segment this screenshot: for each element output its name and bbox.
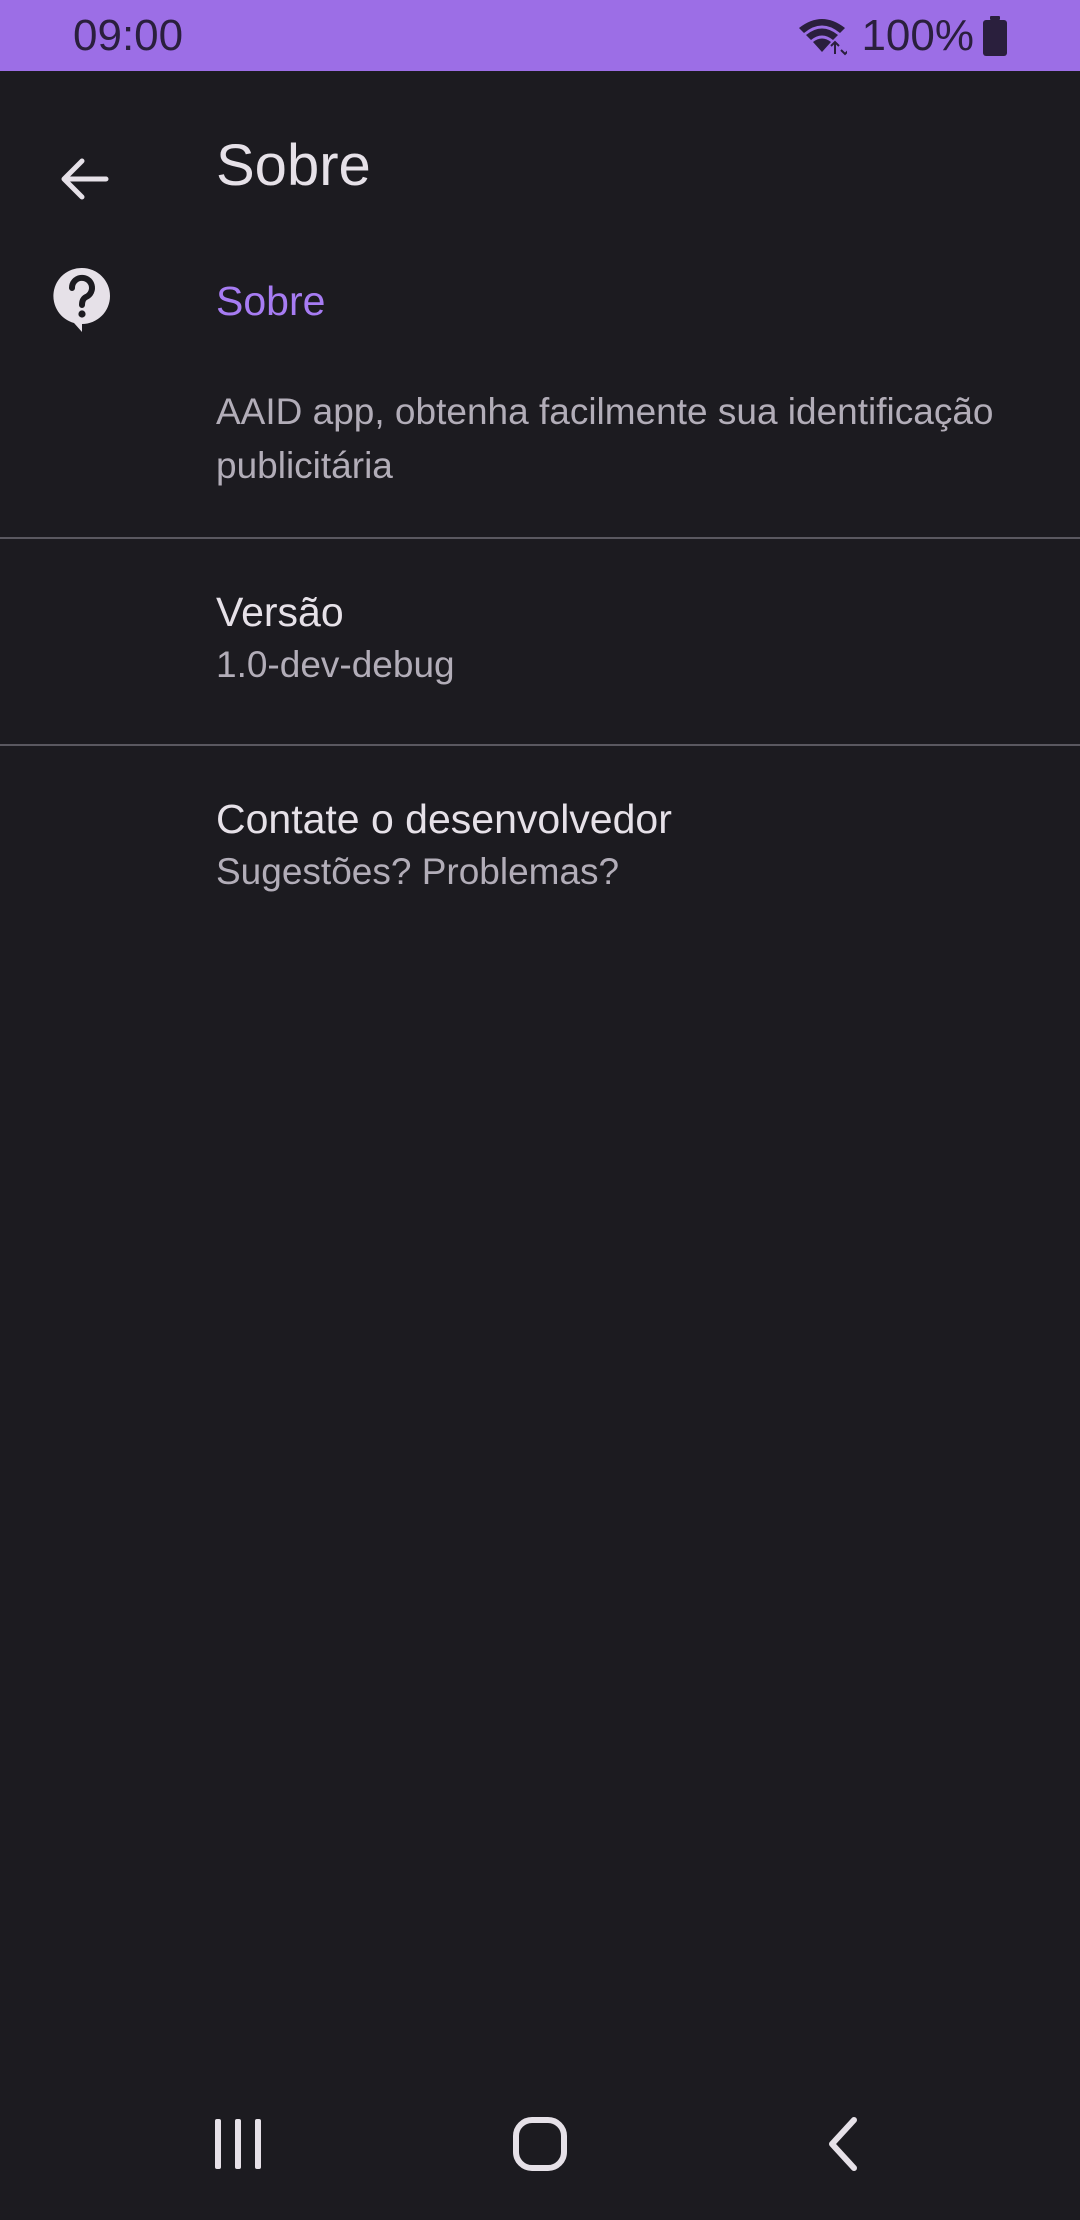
battery-percent: 100% (861, 11, 974, 60)
version-value: 1.0-dev-debug (216, 644, 455, 685)
battery-icon (983, 16, 1007, 56)
home-button[interactable] (470, 2084, 610, 2204)
recents-icon (215, 2119, 261, 2169)
app-bar: Sobre (0, 71, 1080, 267)
contact-developer-summary: Sugestões? Problemas? (216, 851, 620, 892)
contact-developer-title: Contate o desenvolvedor (216, 796, 672, 842)
back-button[interactable] (36, 131, 132, 227)
section-title: Sobre (216, 278, 326, 324)
contact-developer-item[interactable]: Contate o desenvolvedor Sugestões? Probl… (0, 746, 1080, 950)
recents-button[interactable] (168, 2084, 308, 2204)
version-title: Versão (216, 589, 344, 635)
nav-back-button[interactable] (774, 2084, 914, 2204)
back-icon (829, 2117, 857, 2171)
home-icon (513, 2117, 567, 2171)
arrow-back-icon (61, 158, 109, 200)
status-bar: 09:00 100% (0, 0, 1080, 71)
help-icon (53, 267, 110, 332)
section-description: AAID app, obtenha facilmente sua identif… (216, 391, 994, 486)
page-title: Sobre (216, 133, 371, 198)
status-indicators: 100% (797, 12, 1008, 60)
status-time: 09:00 (73, 11, 184, 60)
wifi-icon (799, 19, 848, 56)
version-item[interactable]: Versão 1.0-dev-debug (0, 539, 1080, 743)
navigation-bar (0, 2076, 1080, 2220)
